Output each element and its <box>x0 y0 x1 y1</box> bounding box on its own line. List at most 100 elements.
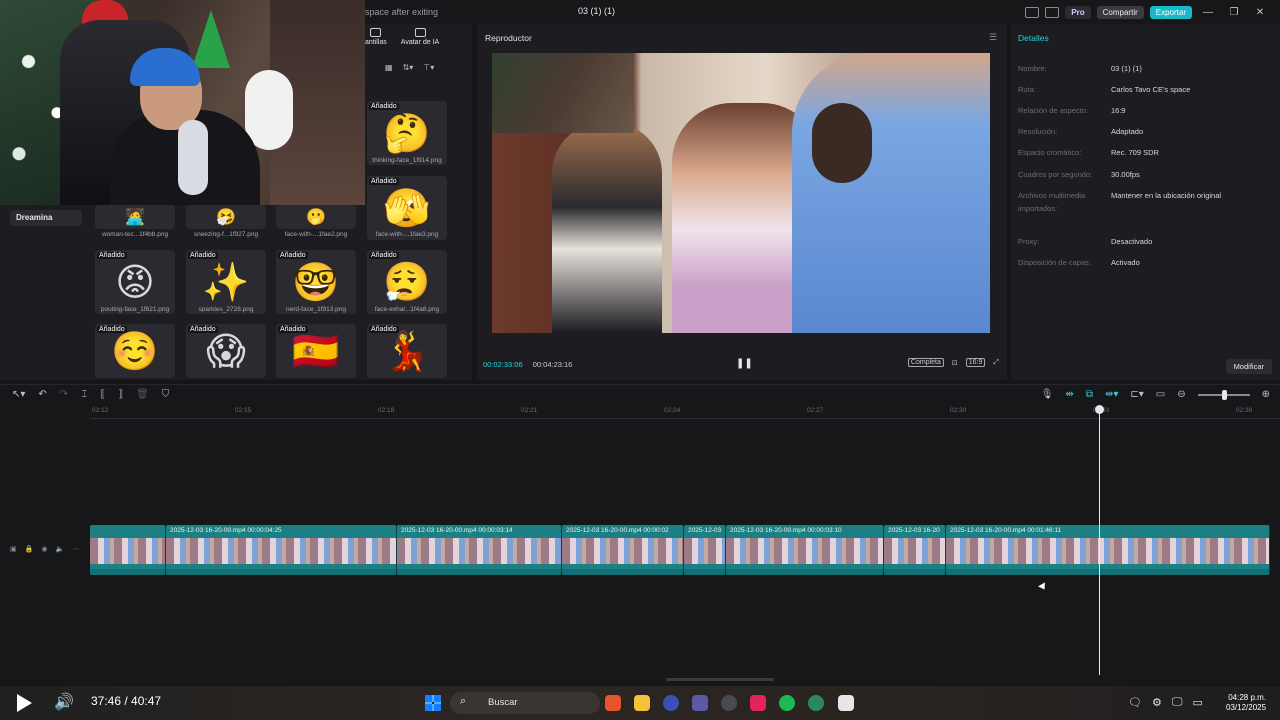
spotify-icon[interactable] <box>779 695 795 711</box>
zoom-out-icon[interactable]: ⊖ <box>1177 389 1185 400</box>
app-circle-icon[interactable] <box>808 695 824 711</box>
zoom-slider[interactable] <box>1197 390 1250 400</box>
media-item[interactable]: Añadido 😮‍💨 <box>367 250 447 314</box>
timeline-clip[interactable]: 2025-12-03 16-20 <box>884 525 946 575</box>
timeline-clip[interactable]: 2025-12-03 16-20-00.mp4 00:00:03:10 <box>726 525 884 575</box>
layout-icon[interactable] <box>1025 6 1040 18</box>
brave-icon[interactable] <box>605 695 621 711</box>
zoom-slider-knob[interactable] <box>1221 390 1227 400</box>
redo-icon[interactable]: ↷ <box>60 389 68 400</box>
shortcuts-icon[interactable] <box>1045 6 1060 18</box>
timeline-clip[interactable]: 2025-12-03 <box>684 525 726 575</box>
view-grid-icon[interactable]: ▦ <box>385 63 393 72</box>
clock[interactable]: 04:28 p.m. 03/12/2025 <box>1226 693 1266 713</box>
playhead-handle[interactable] <box>1095 405 1104 414</box>
split-right-icon[interactable]: ⟧ <box>118 389 123 400</box>
export-button[interactable]: Exportar <box>1149 5 1192 19</box>
eye-icon[interactable]: ◉ <box>41 545 47 553</box>
fit-button[interactable]: Completa <box>907 358 944 367</box>
pro-button[interactable]: Pro <box>1065 5 1091 19</box>
timeline-clip[interactable]: 2025-12-03 16-20-00.mp4 00:00:04:25 <box>166 525 397 575</box>
link-icon[interactable]: ⇹ <box>1065 389 1073 400</box>
share-button[interactable]: Compartir <box>1096 5 1144 19</box>
media-item[interactable]: Añadido 😡 <box>95 250 175 314</box>
undo-icon[interactable]: ↶ <box>38 389 46 400</box>
media-item[interactable]: Añadido 🤓 <box>276 250 356 314</box>
minimize-icon[interactable]: — <box>1198 7 1218 18</box>
video-track: 2025-12-03 16-20-00.mp4 00:00:04:25 2025-… <box>90 525 1270 575</box>
timeline-clip[interactable]: 2025-12-03 16-20-00.mp4 00:01:46:11 <box>946 525 1270 575</box>
chat-icon[interactable]: 🗨 <box>1128 696 1142 709</box>
lock-icon[interactable]: 🔒 <box>25 545 34 553</box>
pause-icon[interactable]: ❚❚ <box>736 358 753 369</box>
media-item[interactable]: 🤧 <box>186 205 266 229</box>
media-item[interactable]: Añadido 🤔 <box>367 101 447 165</box>
notification-icon[interactable]: ▭ <box>1192 696 1202 709</box>
app-arrow-icon[interactable] <box>663 695 679 711</box>
detail-value: Mantener en la ubicación original <box>1111 191 1222 200</box>
playhead[interactable] <box>1099 407 1100 675</box>
ratio-button[interactable]: 16:9 <box>965 358 986 367</box>
face-peeking-icon: 🫣 <box>383 186 431 230</box>
face-exhaling-icon: 😮‍💨 <box>383 260 431 304</box>
audio-icon[interactable]: 🔈 <box>55 545 64 553</box>
clip-thumbnails <box>946 538 1269 564</box>
detail-value: 16:9 <box>1111 106 1126 115</box>
clock-date: 03/12/2025 <box>1226 703 1267 712</box>
timeline-clip[interactable]: 2025-12-03 16-20-00.mp4 00:00:03:14 <box>397 525 562 575</box>
maximize-icon[interactable]: ❐ <box>1224 7 1244 18</box>
fullscreen-icon[interactable]: ⤢ <box>993 359 999 367</box>
microphone-icon[interactable]: 🎙 <box>1041 389 1054 400</box>
magnet-icon[interactable]: ⧉ <box>1086 389 1093 400</box>
snap-icon[interactable]: ⇹▾ <box>1105 389 1118 400</box>
more-icon[interactable]: ⋯ <box>72 545 79 553</box>
monitor-icon[interactable]: 🖵 <box>1172 696 1183 709</box>
capcut-icon[interactable] <box>838 695 854 711</box>
settings-icon[interactable]: ⚙ <box>1152 696 1162 709</box>
details-title: Detalles <box>1018 33 1049 43</box>
preview-axis-icon[interactable]: ⊏▾ <box>1130 389 1143 400</box>
shield-icon[interactable]: ⛉ <box>162 389 170 400</box>
menu-icon[interactable]: ☰ <box>989 32 997 43</box>
snapshot-icon[interactable]: ⊡ <box>952 359 958 367</box>
split-icon[interactable]: ⌶ <box>81 389 87 400</box>
tab-templates[interactable]: antillas <box>365 28 387 46</box>
media-item[interactable]: 🧑‍💻 <box>95 205 175 229</box>
app-launcher-icon[interactable] <box>692 695 708 711</box>
tiktok-icon[interactable] <box>750 695 766 711</box>
clip-audio-bar <box>684 569 725 575</box>
added-badge: Añadido <box>369 178 399 185</box>
media-item[interactable]: Añadido 😱 <box>186 324 266 378</box>
tab-ai-avatar[interactable]: Avatar de IA <box>401 28 439 46</box>
windows-start-icon[interactable] <box>425 695 441 711</box>
volume-icon[interactable]: 🔊 <box>54 692 74 712</box>
modify-button[interactable]: Modificar <box>1225 359 1272 374</box>
select-tool-icon[interactable]: ↖▾ <box>12 389 25 400</box>
detail-key: Proxy: <box>1018 237 1040 246</box>
close-icon[interactable]: ✕ <box>1250 7 1270 18</box>
taskbar-search[interactable]: ⌕ Buscar <box>450 692 600 714</box>
play-icon[interactable] <box>17 694 32 712</box>
filter-icon[interactable]: ⊤▾ <box>423 63 434 72</box>
captions-icon[interactable]: ▭ <box>1156 389 1165 400</box>
file-explorer-icon[interactable] <box>634 695 650 711</box>
media-item[interactable]: 🫢 <box>276 205 356 229</box>
sidebar-item-dreamina[interactable]: Dreamina <box>10 210 82 226</box>
video-person <box>552 123 662 333</box>
timeline-clip[interactable]: 2025-12-03 16-20-00.mp4 00:00:02 <box>562 525 684 575</box>
obs-icon[interactable] <box>721 695 737 711</box>
timeline-toolbar-right: 🎙 ⇹ ⧉ ⇹▾ ⊏▾ ▭ ⊖ ⊕ <box>1041 389 1270 400</box>
horizontal-scrollbar[interactable] <box>666 678 774 681</box>
track-thumbnail-icon[interactable]: ▣ <box>10 545 17 553</box>
detail-value: 30.00fps <box>1111 170 1140 179</box>
delete-icon[interactable]: 🗑 <box>136 389 149 400</box>
video-preview[interactable] <box>492 53 990 333</box>
sort-icon[interactable]: ⇅▾ <box>403 63 414 72</box>
media-item[interactable]: Añadido ☺️ <box>95 324 175 378</box>
media-item[interactable]: Añadido ✨ <box>186 250 266 314</box>
zoom-in-icon[interactable]: ⊕ <box>1262 389 1270 400</box>
timeline-clip[interactable] <box>90 525 166 575</box>
split-left-icon[interactable]: ⟦ <box>100 389 105 400</box>
media-item[interactable]: Añadido 💃 <box>367 324 447 378</box>
media-item[interactable]: Añadido 🇪🇸 <box>276 324 356 378</box>
